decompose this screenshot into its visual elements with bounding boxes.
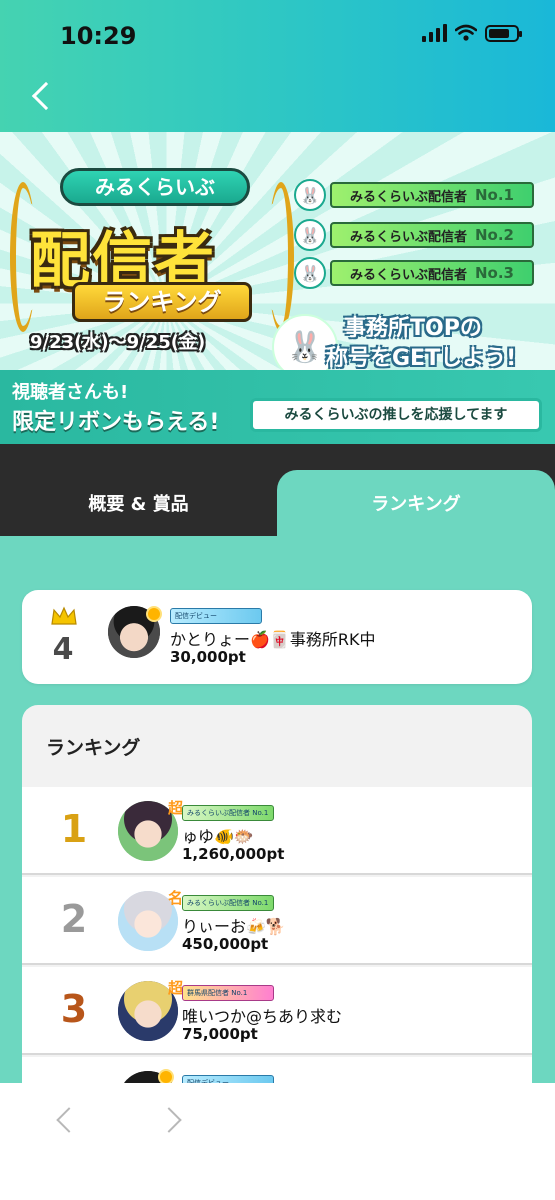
rabbit-icon: 🐰 [294,219,326,251]
my-rank-points: 30,000pt [170,648,246,666]
bottom-nav-bar [0,1083,555,1200]
crown-icon [51,606,77,625]
laurel-right [268,182,294,332]
rank-number: 3 [60,987,88,1031]
banner-title-row-1: 🐰 みるくらいぶ配信者 No.1 [294,179,534,211]
back-icon[interactable] [31,81,61,111]
ranking-list: ランキング 1 超 みるくらいぶ配信者 No.1 ゅゆ🐠🐡 1,260,000p… [22,705,532,1125]
user-title-badge: みるくらいぶ配信者 No.1 [182,805,274,821]
my-rank-card[interactable]: 4 配信デビュー かとりょー🍎🀄事務所RK中 30,000pt [22,590,532,684]
ranking-name: 唯いつか@ちあり求む [182,1007,343,1026]
banner-support-ribbon: みるくらいぶの推しを応援してます [250,398,542,432]
ranking-name: ゅゆ🐠🐡 [182,827,254,846]
user-title-badge: みるくらいぶ配信者 No.1 [182,895,274,911]
app-header: 10:29 [0,0,555,132]
ranking-row[interactable]: 3 超 群馬県配信者 No.1 唯いつか@ちあり求む 75,000pt [22,967,532,1055]
battery-icon [485,24,522,42]
ranking-points: 450,000pt [182,935,269,953]
user-title-badge: 配信デビュー [170,608,262,624]
banner-viewer-line1: 視聴者さんも! [12,382,129,403]
banner-cta-line1: 事務所TOPの [344,316,482,341]
status-icons [422,24,522,42]
ranking-points: 75,000pt [182,1025,258,1043]
wifi-icon [455,24,477,41]
ranking-header: ランキング [46,736,141,759]
banner-cta-line2: 称号をGETしよう! [326,346,517,371]
ranking-row[interactable]: 2 名 みるくらいぶ配信者 No.1 りぃーお🍻🐕 450,000pt [22,877,532,965]
banner-viewer-line2: 限定リボンもらえる! [12,410,220,435]
event-banner[interactable]: みるくらいぶ 配信者 ランキング 9/23(水)～9/25(金) 🐰 みるくらい… [0,132,555,444]
banner-title-row-2: 🐰 みるくらいぶ配信者 No.2 [294,219,534,251]
next-arrow-icon[interactable] [156,1107,182,1133]
ranking-row[interactable]: 1 超 みるくらいぶ配信者 No.1 ゅゆ🐠🐡 1,260,000pt [22,787,532,875]
tab-ranking[interactable]: ランキング [277,470,555,536]
prev-arrow-icon[interactable] [56,1107,82,1133]
rank-mark: 超 [168,979,184,997]
banner-title-row-3: 🐰 みるくらいぶ配信者 No.3 [294,257,534,289]
rank-number: 1 [60,807,88,851]
banner-brand: みるくらいぶ [60,168,250,206]
tab-overview[interactable]: 概要 & 賞品 [0,470,277,536]
rabbit-icon: 🐰 [294,257,326,289]
rank-number: 2 [60,897,88,941]
medal-icon [146,606,162,622]
status-time: 10:29 [60,22,137,50]
ranking-name: りぃーお🍻🐕 [182,917,286,936]
my-rank-name: かとりょー🍎🀄事務所RK中 [170,630,376,649]
rank-mark: 超 [168,799,184,817]
banner-dates: 9/23(水)～9/25(金) [30,332,206,353]
tab-bar: 概要 & 賞品 ランキング [0,444,555,536]
my-rank-number: 4 [52,632,74,667]
rank-mark: 名 [168,889,184,907]
banner-title-sub: ランキング [72,282,252,322]
rabbit-icon: 🐰 [294,179,326,211]
signal-icon [422,24,447,42]
ranking-points: 1,260,000pt [182,845,285,863]
user-title-badge: 群馬県配信者 No.1 [182,985,274,1001]
